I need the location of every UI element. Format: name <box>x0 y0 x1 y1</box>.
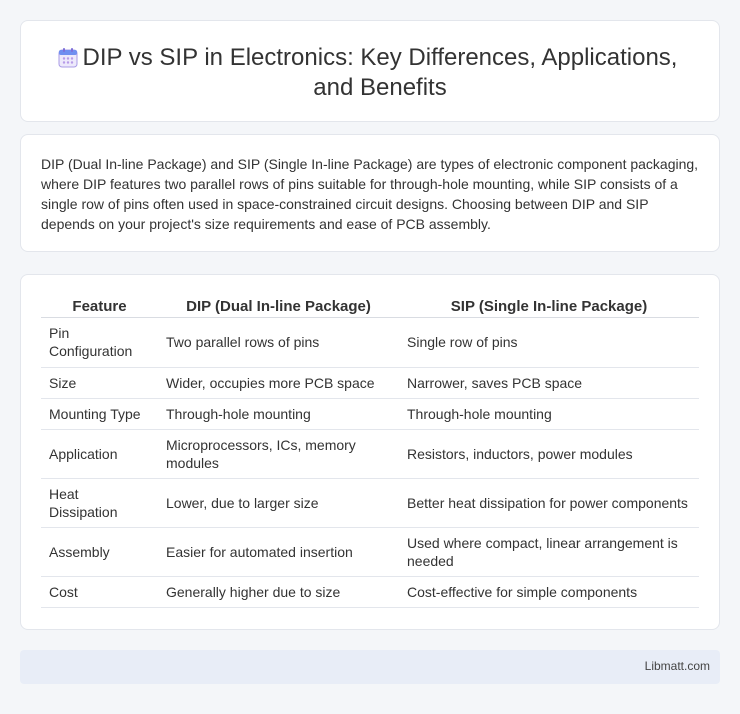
table-row: Size Wider, occupies more PCB space Narr… <box>41 367 699 399</box>
intro-card: DIP (Dual In-line Package) and SIP (Sing… <box>20 134 720 252</box>
cell-sip: Cost-effective for simple components <box>399 576 699 608</box>
table-row: Cost Generally higher due to size Cost-e… <box>41 576 699 608</box>
comparison-card: Feature DIP (Dual In-line Package) SIP (… <box>20 274 720 630</box>
cell-sip: Used where compact, linear arrangement i… <box>399 527 699 577</box>
cell-feature: Size <box>41 367 158 399</box>
page-title: DIP vs SIP in Electronics: Key Differenc… <box>61 43 699 103</box>
cell-dip: Wider, occupies more PCB space <box>158 367 399 399</box>
cell-feature: Cost <box>41 576 158 608</box>
table-row: Heat Dissipation Lower, due to larger si… <box>41 478 699 528</box>
comparison-table: Feature DIP (Dual In-line Package) SIP (… <box>41 295 699 608</box>
footer-site-link[interactable]: Libmatt.com <box>645 659 710 673</box>
table-header-row: Feature DIP (Dual In-line Package) SIP (… <box>41 295 699 318</box>
table-row: Application Microprocessors, ICs, memory… <box>41 429 699 479</box>
cell-feature: Assembly <box>41 527 158 577</box>
footer-bar: Libmatt.com <box>20 650 720 684</box>
cell-sip: Through-hole mounting <box>399 398 699 430</box>
cell-dip: Generally higher due to size <box>158 576 399 608</box>
cell-feature: Mounting Type <box>41 398 158 430</box>
cell-feature: Pin Configuration <box>41 317 158 368</box>
page-title-line1: DIP vs SIP in Electronics: Key Differenc… <box>82 44 678 71</box>
header-feature: Feature <box>41 295 158 318</box>
table-row: Pin Configuration Two parallel rows of p… <box>41 317 699 368</box>
cell-dip: Lower, due to larger size <box>158 478 399 528</box>
header-dip: DIP (Dual In-line Package) <box>158 295 399 318</box>
cell-dip: Two parallel rows of pins <box>158 317 399 368</box>
cell-sip: Single row of pins <box>399 317 699 368</box>
cell-sip: Narrower, saves PCB space <box>399 367 699 399</box>
title-card: DIP vs SIP in Electronics: Key Differenc… <box>20 20 720 122</box>
table-row: Mounting Type Through-hole mounting Thro… <box>41 398 699 430</box>
cell-dip: Through-hole mounting <box>158 398 399 430</box>
intro-paragraph: DIP (Dual In-line Package) and SIP (Sing… <box>41 156 699 232</box>
cell-feature: Heat Dissipation <box>41 478 158 528</box>
cell-dip: Easier for automated insertion <box>158 527 399 577</box>
header-sip: SIP (Single In-line Package) <box>399 295 699 318</box>
cell-sip: Resistors, inductors, power modules <box>399 429 699 479</box>
cell-sip: Better heat dissipation for power compon… <box>399 478 699 528</box>
page-title-line2: and Benefits <box>313 74 447 101</box>
table-row: Assembly Easier for automated insertion … <box>41 527 699 577</box>
cell-feature: Application <box>41 429 158 479</box>
cell-dip: Microprocessors, ICs, memory modules <box>158 429 399 479</box>
